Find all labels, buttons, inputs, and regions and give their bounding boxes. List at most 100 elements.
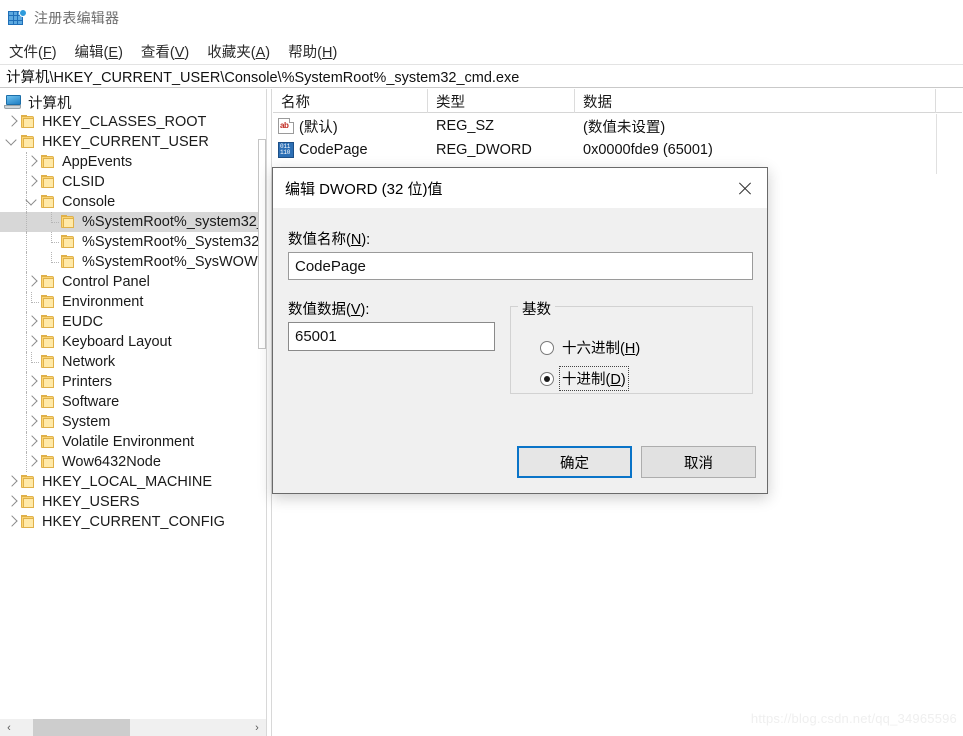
chevron-right-icon[interactable] bbox=[4, 512, 20, 532]
value-name-input[interactable] bbox=[288, 252, 753, 280]
chevron-right-icon[interactable] bbox=[24, 152, 40, 172]
chevron-right-icon[interactable] bbox=[24, 172, 40, 192]
radio-hexadecimal-accel: H bbox=[624, 341, 636, 357]
tree-item-label: Wow6432Node bbox=[62, 454, 161, 470]
tree-item-hkey-current-config[interactable]: HKEY_CURRENT_CONFIG bbox=[0, 512, 258, 532]
registry-tree-pane: 计算机 HKEY_CLASSES_ROOT HKEY_CURRENT_USER … bbox=[0, 89, 266, 736]
tree-item-wow6432node[interactable]: Wow6432Node bbox=[0, 452, 258, 472]
radio-decimal-label-text: 十进制( bbox=[562, 372, 611, 388]
tree-item-hkey-users[interactable]: HKEY_USERS bbox=[0, 492, 258, 512]
folder-icon bbox=[20, 495, 36, 509]
menu-view[interactable]: 查看(V) bbox=[141, 39, 198, 64]
tree-item-computer[interactable]: 计算机 bbox=[0, 92, 258, 112]
menu-edit[interactable]: 编辑(E) bbox=[75, 39, 132, 64]
menu-file[interactable]: 文件(F) bbox=[9, 39, 66, 64]
menu-favorites[interactable]: 收藏夹(A) bbox=[207, 39, 279, 64]
menu-file-accel: F bbox=[42, 44, 52, 61]
tree-item-control-panel[interactable]: Control Panel bbox=[0, 272, 258, 292]
tree-item-system32-powershell[interactable]: %SystemRoot%_System32_WindowsPowerShell_… bbox=[0, 232, 266, 252]
tree-item-syswow64-powershell[interactable]: %SystemRoot%_SysWOW64_WindowsPowerShell_… bbox=[0, 252, 266, 272]
tree-item-label: Environment bbox=[62, 294, 144, 310]
chevron-down-icon[interactable] bbox=[4, 132, 20, 152]
folder-icon bbox=[60, 235, 76, 249]
tree-item-network[interactable]: Network bbox=[0, 352, 258, 372]
tree-item-hkey-classes-root[interactable]: HKEY_CLASSES_ROOT bbox=[0, 112, 258, 132]
tree-horizontal-scrollbar[interactable]: ‹ › bbox=[0, 718, 266, 736]
dialog-body: 数值名称(N): 数值数据(V): 基数 十六进制(H) 十进制(D) 确定 取… bbox=[273, 208, 767, 493]
chevron-right-icon[interactable] bbox=[24, 412, 40, 432]
chevron-right-icon[interactable] bbox=[4, 492, 20, 512]
registry-editor-icon bbox=[8, 9, 27, 27]
radio-hexadecimal[interactable]: 十六进制(H) bbox=[540, 336, 642, 359]
radio-decimal-label: 十进制(D) bbox=[559, 366, 629, 391]
tree-connector bbox=[44, 252, 60, 272]
chevron-down-icon[interactable] bbox=[24, 192, 40, 212]
radio-decimal-tail: ) bbox=[620, 372, 626, 388]
folder-icon bbox=[40, 435, 56, 449]
radio-hexadecimal-indicator bbox=[540, 340, 554, 355]
tree-item-clsid[interactable]: CLSID bbox=[0, 172, 258, 192]
table-row[interactable]: 011 110 CodePage REG_DWORD 0x0000fde9 (65… bbox=[273, 138, 963, 162]
value-data-label: 数值数据(V): bbox=[288, 298, 369, 319]
menu-help[interactable]: 帮助(H) bbox=[288, 39, 346, 64]
ok-button[interactable]: 确定 bbox=[517, 446, 632, 478]
chevron-right-icon[interactable] bbox=[4, 112, 20, 132]
folder-icon bbox=[40, 415, 56, 429]
tree-item-software[interactable]: Software bbox=[0, 392, 258, 412]
menu-favorites-accel: A bbox=[255, 44, 266, 61]
table-row[interactable]: ab (默认) REG_SZ (数值未设置) bbox=[273, 114, 963, 138]
folder-icon bbox=[60, 255, 76, 269]
tree-item-keyboard-layout[interactable]: Keyboard Layout bbox=[0, 332, 258, 352]
menu-view-tail: ) bbox=[184, 44, 190, 61]
folder-icon bbox=[60, 215, 76, 229]
tree-vertical-scrollbar[interactable] bbox=[258, 89, 266, 718]
radio-hexadecimal-label: 十六进制(H) bbox=[560, 336, 642, 359]
chevron-right-icon[interactable] bbox=[24, 432, 40, 452]
radio-hexadecimal-label-text: 十六进制( bbox=[562, 341, 625, 357]
chevron-right-icon[interactable] bbox=[24, 272, 40, 292]
close-icon[interactable] bbox=[721, 168, 767, 208]
scroll-left-arrow-icon[interactable]: ‹ bbox=[0, 719, 18, 736]
scroll-right-arrow-icon[interactable]: › bbox=[248, 719, 266, 736]
tree-item-hkey-local-machine[interactable]: HKEY_LOCAL_MACHINE bbox=[0, 472, 258, 492]
cancel-button[interactable]: 取消 bbox=[641, 446, 756, 478]
computer-icon bbox=[4, 94, 22, 110]
tree-hscroll-track[interactable] bbox=[18, 718, 248, 736]
value-name-cell: ab (默认) bbox=[273, 116, 428, 137]
tree-item-system[interactable]: System bbox=[0, 412, 258, 432]
value-data-label-text: 数值数据( bbox=[288, 302, 351, 318]
tree-item-hkey-current-user[interactable]: HKEY_CURRENT_USER bbox=[0, 132, 258, 152]
folder-icon bbox=[20, 515, 36, 529]
registry-editor-window: 注册表编辑器 文件(F) 编辑(E) 查看(V) 收藏夹(A) 帮助(H) 计算… bbox=[0, 0, 963, 736]
tree-hscroll-thumb[interactable] bbox=[33, 718, 130, 736]
menu-favorites-text: 收藏夹( bbox=[207, 44, 256, 61]
tree-item-environment[interactable]: Environment bbox=[0, 292, 258, 312]
chevron-right-icon[interactable] bbox=[24, 452, 40, 472]
value-data-input[interactable] bbox=[288, 322, 495, 351]
chevron-right-icon[interactable] bbox=[24, 332, 40, 352]
tree-item-label: CLSID bbox=[62, 174, 105, 190]
tree-item-label: Software bbox=[62, 394, 120, 410]
radio-decimal[interactable]: 十进制(D) bbox=[540, 366, 629, 391]
chevron-right-icon[interactable] bbox=[4, 472, 20, 492]
tree-item-label: Control Panel bbox=[62, 274, 150, 290]
chevron-right-icon[interactable] bbox=[24, 312, 40, 332]
tree-item-system32-cmd[interactable]: %SystemRoot%_system32_cmd.exe bbox=[0, 212, 266, 232]
tree-item-label: %SystemRoot%_SysWOW64_WindowsPowerShell_… bbox=[82, 254, 266, 270]
chevron-right-icon[interactable] bbox=[24, 392, 40, 412]
tree-item-console[interactable]: Console bbox=[0, 192, 258, 212]
address-bar[interactable]: 计算机\HKEY_CURRENT_USER\Console\%SystemRoo… bbox=[0, 64, 963, 88]
column-header-type[interactable]: 类型 bbox=[428, 89, 575, 113]
menu-help-text: 帮助( bbox=[288, 44, 322, 61]
tree-item-volatile-environment[interactable]: Volatile Environment bbox=[0, 432, 258, 452]
tree-item-eudc[interactable]: EUDC bbox=[0, 312, 258, 332]
tree-item-label: Volatile Environment bbox=[62, 434, 195, 450]
column-header-data[interactable]: 数据 bbox=[575, 89, 936, 113]
chevron-right-icon[interactable] bbox=[24, 372, 40, 392]
folder-icon bbox=[40, 275, 56, 289]
tree-vertical-scrollbar-thumb[interactable] bbox=[258, 139, 266, 349]
column-header-name[interactable]: 名称 bbox=[273, 89, 428, 113]
tree-item-printers[interactable]: Printers bbox=[0, 372, 258, 392]
value-data-label-accel: V bbox=[350, 302, 361, 318]
tree-item-appevents[interactable]: AppEvents bbox=[0, 152, 258, 172]
